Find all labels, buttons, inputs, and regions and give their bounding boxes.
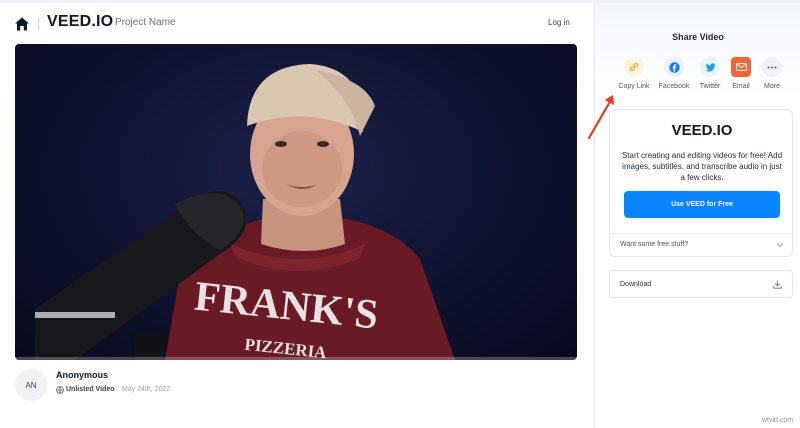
- download-label: Download: [620, 281, 652, 288]
- annotation-arrow-icon: [587, 95, 614, 140]
- veed-logo[interactable]: VEED.IO: [47, 13, 113, 31]
- more-label: More: [764, 83, 780, 90]
- video-frame-image: FRANK'S PIZZERIA: [35, 64, 455, 360]
- share-title: Share Video: [672, 32, 724, 42]
- twitter-icon: [700, 57, 720, 77]
- header: VEED.IO Project Name Log in: [0, 8, 594, 40]
- promo-text: Start creating and editing videos for fr…: [621, 151, 783, 182]
- free-stuff-toggle[interactable]: Want some free stuff?: [610, 234, 794, 257]
- free-stuff-label: Want some free stuff?: [620, 241, 689, 248]
- visibility-status: Unlisted Video: [66, 386, 115, 393]
- download-button[interactable]: Download: [609, 270, 793, 298]
- project-name[interactable]: Project Name: [115, 17, 176, 28]
- use-veed-button[interactable]: Use VEED for Free: [624, 191, 780, 218]
- copy-link-label: Copy Link: [618, 83, 650, 90]
- facebook-icon: [664, 57, 684, 77]
- upload-date: May 24th, 2022: [122, 386, 171, 393]
- facebook-label: Facebook: [658, 83, 690, 90]
- more-icon: [762, 57, 782, 77]
- video-progress-track[interactable]: [15, 357, 577, 360]
- header-divider: [38, 18, 39, 30]
- link-icon: [624, 57, 644, 77]
- chevron-down-icon: [776, 243, 784, 248]
- avatar: AN: [15, 369, 47, 401]
- facebook-share-button[interactable]: Facebook: [656, 57, 692, 90]
- promo-card: VEED.IO Start creating and editing video…: [609, 109, 794, 257]
- share-panel: Share Video Copy Link Facebook Twitter E…: [594, 3, 800, 428]
- globe-icon: [56, 386, 64, 394]
- promo-logo: VEED.IO: [671, 122, 733, 139]
- more-share-button[interactable]: More: [754, 57, 790, 90]
- copy-link-button[interactable]: Copy Link: [616, 57, 652, 90]
- login-link[interactable]: Log in: [548, 18, 570, 27]
- author-name: Anonymous: [56, 370, 109, 380]
- download-icon: [773, 280, 782, 289]
- video-player[interactable]: FRANK'S PIZZERIA: [15, 44, 577, 360]
- mail-icon: [731, 57, 751, 77]
- watermark: wtvid.com: [762, 417, 794, 424]
- home-icon[interactable]: [14, 16, 30, 32]
